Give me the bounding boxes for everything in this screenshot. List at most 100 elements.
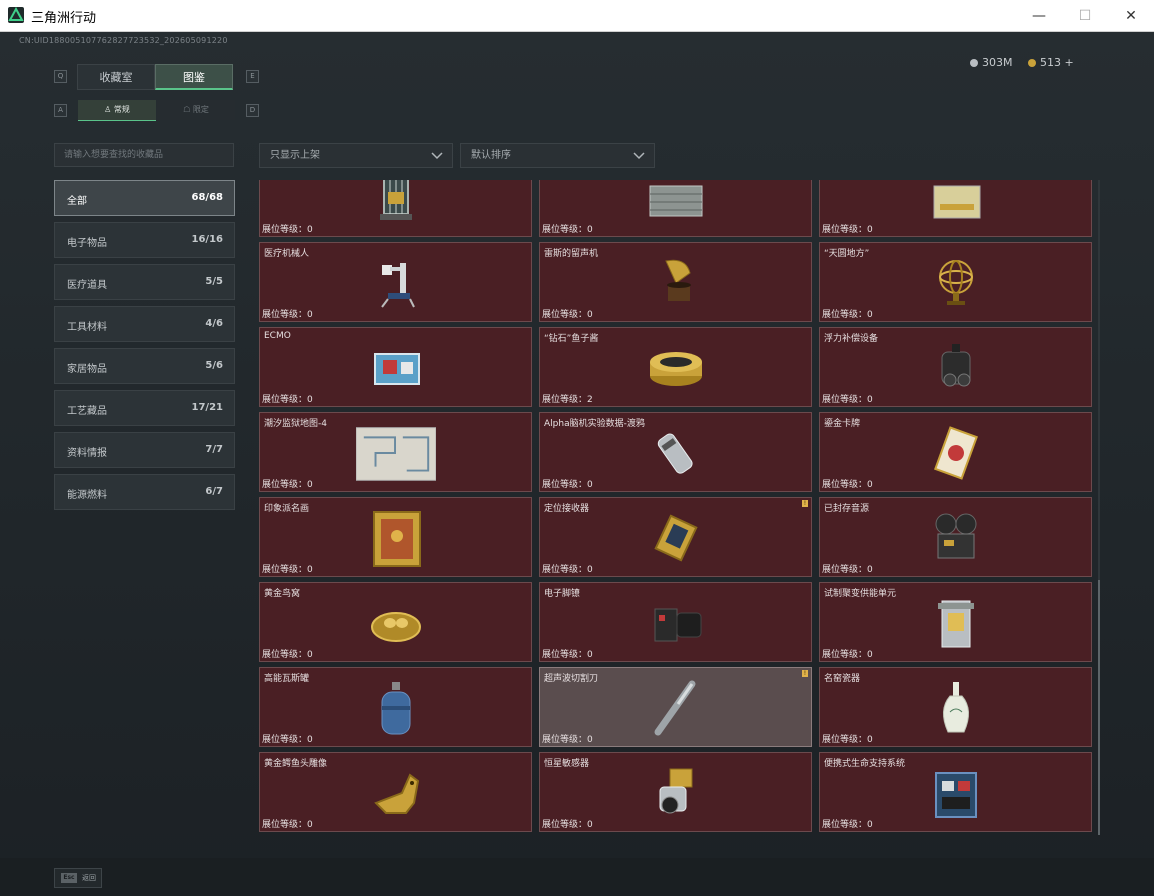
level-text: 展位等级：0 xyxy=(262,395,313,405)
gas-tank-icon xyxy=(356,676,436,740)
item-name: “钻石”鱼子酱 xyxy=(544,334,599,344)
category-label: 全部 xyxy=(67,196,87,207)
gramophone-icon xyxy=(636,251,716,315)
scrollbar-thumb[interactable] xyxy=(1098,580,1100,835)
minimize-icon: — xyxy=(1032,7,1046,24)
cutter-icon xyxy=(636,676,716,740)
category-crafts[interactable]: 工艺藏品 17/21 xyxy=(54,390,235,426)
life-support-icon xyxy=(916,761,996,825)
subtab-limited[interactable]: ☖ 限定 xyxy=(157,100,235,120)
item-name: 黄金鳄鱼头雕像 xyxy=(264,759,328,769)
item-card[interactable]: Alpha脑机实验数据-渡鸦 展位等级：0 xyxy=(539,412,812,492)
key-hint-a: A xyxy=(54,104,67,117)
regular-icon: ♙ xyxy=(104,105,112,114)
item-card[interactable]: 展位等级：0 xyxy=(539,180,812,237)
tab-catalog[interactable]: 图鉴 xyxy=(155,64,233,90)
currency-money: 303M xyxy=(970,56,1013,69)
category-tools[interactable]: 工具材料 4/6 xyxy=(54,306,235,342)
item-card[interactable]: ECMO 展位等级：0 xyxy=(259,327,532,407)
item-card[interactable]: 名窑瓷器 展位等级：0 xyxy=(819,667,1092,747)
game-viewport: CN:UID188005107762827723532_202605091220… xyxy=(0,32,1154,896)
item-card[interactable]: 电子脚镣 展位等级：0 xyxy=(539,582,812,662)
back-button[interactable]: Esc 返回 xyxy=(54,868,102,888)
item-card[interactable]: 潮汐监狱地图-4 展位等级：0 xyxy=(259,412,532,492)
item-name: ECMO xyxy=(264,331,291,341)
search-input[interactable]: 请输入想要查找的收藏品 xyxy=(54,143,234,167)
close-button[interactable]: ✕ xyxy=(1108,0,1154,31)
subtab-regular[interactable]: ♙ 常规 xyxy=(78,100,156,121)
item-card[interactable]: 浮力补偿设备 展位等级：0 xyxy=(819,327,1092,407)
level-text: 展位等级：0 xyxy=(822,480,873,490)
item-card-selected[interactable]: 超声波切割刀 ! 展位等级：0 xyxy=(539,667,812,747)
item-card[interactable]: 展位等级：0 xyxy=(259,180,532,237)
sort-dropdown[interactable]: 默认排序 xyxy=(460,143,655,168)
item-card[interactable]: 便携式生命支持系统 展位等级：0 xyxy=(819,752,1092,832)
level-text: 展位等级：0 xyxy=(822,225,873,235)
subtab-regular-label: 常规 xyxy=(113,105,130,114)
painting-icon xyxy=(356,506,436,570)
item-name: 恒星敏感器 xyxy=(544,759,590,769)
item-card[interactable]: 医疗机械人 展位等级：0 xyxy=(259,242,532,322)
category-medical[interactable]: 医疗道具 5/5 xyxy=(54,264,235,300)
level-text: 展位等级：0 xyxy=(262,480,313,490)
chevron-down-icon xyxy=(431,152,443,160)
map-icon xyxy=(356,421,436,485)
star-sensor-icon xyxy=(636,761,716,825)
item-name: 高能瓦斯罐 xyxy=(264,674,310,684)
item-card[interactable]: 黄金鸟窝 展位等级：0 xyxy=(259,582,532,662)
item-name: 潮汐监狱地图-4 xyxy=(264,419,327,429)
window-titlebar: 三角洲行动 — ☐ ✕ xyxy=(0,0,1154,32)
level-text: 展位等级：0 xyxy=(542,225,593,235)
money-icon xyxy=(970,58,978,67)
category-count: 6/7 xyxy=(205,486,223,497)
currency-coins[interactable]: 513 + xyxy=(1028,56,1074,69)
category-count: 5/6 xyxy=(205,360,223,371)
item-grid: 展位等级：0 展位等级：0 展位等级：0 医疗机械人 展位等级：0 雷斯的留声机… xyxy=(259,180,1097,835)
tab-collection-room[interactable]: 收藏室 xyxy=(77,64,155,90)
receiver-icon xyxy=(636,506,716,570)
category-household[interactable]: 家居物品 5/6 xyxy=(54,348,235,384)
item-card[interactable]: “天圆地方” 展位等级：0 xyxy=(819,242,1092,322)
item-card[interactable]: 印象派名画 展位等级：0 xyxy=(259,497,532,577)
subtab-limited-label: 限定 xyxy=(192,105,209,114)
item-card[interactable]: “钻石”鱼子酱 展位等级：2 xyxy=(539,327,812,407)
bottom-bar: Esc 返回 xyxy=(0,858,1154,896)
category-energy[interactable]: 能源燃料 6/7 xyxy=(54,474,235,510)
key-hint-e: E xyxy=(246,70,259,83)
item-name: 医疗机械人 xyxy=(264,249,310,259)
user-uid: CN:UID188005107762827723532_202605091220 xyxy=(19,36,228,45)
minimize-button[interactable]: — xyxy=(1016,0,1062,31)
croc-statue-icon xyxy=(356,761,436,825)
maximize-button[interactable]: ☐ xyxy=(1062,0,1108,31)
shelf-filter-dropdown[interactable]: 只显示上架 xyxy=(259,143,453,168)
projector-icon xyxy=(916,506,996,570)
category-electronics[interactable]: 电子物品 16/16 xyxy=(54,222,235,258)
category-all[interactable]: 全部 68/68 xyxy=(54,180,235,216)
item-card[interactable]: 高能瓦斯罐 展位等级：0 xyxy=(259,667,532,747)
caviar-icon xyxy=(636,336,716,400)
nest-icon xyxy=(356,591,436,655)
category-label: 电子物品 xyxy=(67,238,107,249)
level-text: 展位等级：0 xyxy=(822,310,873,320)
item-card[interactable]: 试制聚变供能单元 展位等级：0 xyxy=(819,582,1092,662)
coin-icon xyxy=(1028,58,1036,67)
armillary-icon xyxy=(916,251,996,315)
item-card[interactable]: 定位接收器 ! 展位等级：0 xyxy=(539,497,812,577)
money-value: 303M xyxy=(982,56,1013,69)
item-card[interactable]: 已封存音源 展位等级：0 xyxy=(819,497,1092,577)
medical-robot-icon xyxy=(356,251,436,315)
category-label: 资料情报 xyxy=(67,448,107,459)
item-card[interactable]: 展位等级：0 xyxy=(819,180,1092,237)
category-count: 17/21 xyxy=(191,402,223,413)
category-intel[interactable]: 资料情报 7/7 xyxy=(54,432,235,468)
buoyancy-icon xyxy=(916,336,996,400)
battery-icon xyxy=(916,180,996,230)
new-flag-icon: ! xyxy=(802,500,808,507)
item-card[interactable]: 鎏金卡牌 展位等级：0 xyxy=(819,412,1092,492)
category-label: 工艺藏品 xyxy=(67,406,107,417)
level-text: 展位等级：0 xyxy=(542,565,593,575)
item-card[interactable]: 雷斯的留声机 展位等级：0 xyxy=(539,242,812,322)
item-card[interactable]: 恒星敏感器 展位等级：0 xyxy=(539,752,812,832)
item-card[interactable]: 黄金鳄鱼头雕像 展位等级：0 xyxy=(259,752,532,832)
category-label: 家居物品 xyxy=(67,364,107,375)
